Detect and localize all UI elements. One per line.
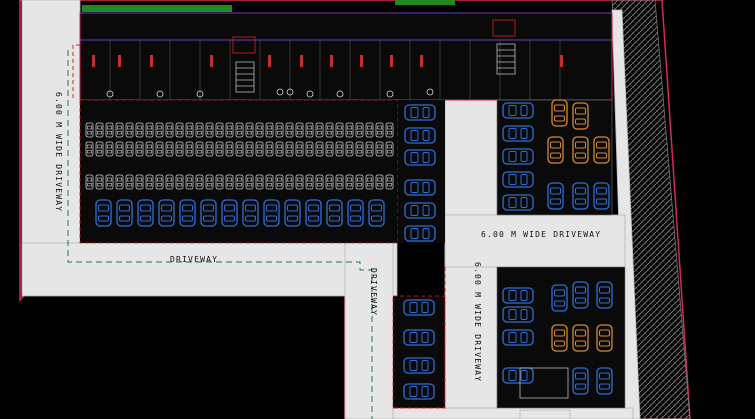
center-driveway-h — [444, 214, 626, 268]
center-column-block — [398, 100, 445, 243]
mid-parking-block — [79, 99, 399, 244]
bottom-driveway-label: DRIVEWAY — [170, 255, 218, 264]
center-driveway-v-label: 6.00 M WIDE DRIVEWAY — [473, 262, 482, 382]
ramp-driveway-label: DRIVEWAY — [369, 268, 378, 316]
left-driveway-label: 6.00 M WIDE DRIVEWAY — [54, 92, 63, 212]
green-planter-strip — [82, 5, 232, 12]
upper-building-block — [79, 12, 613, 101]
green-planter-strip-2 — [395, 0, 455, 5]
parking-floor-plan: 6.00 M WIDE DRIVEWAY 6.00 M WIDE DRIVEWA… — [19, 0, 691, 419]
lower-column-block — [392, 295, 446, 409]
ramp-driveway — [344, 242, 394, 419]
ramp-lower — [392, 407, 634, 419]
bottom-driveway — [21, 242, 398, 297]
center-driveway-h-label: 6.00 M WIDE DRIVEWAY — [481, 230, 601, 239]
